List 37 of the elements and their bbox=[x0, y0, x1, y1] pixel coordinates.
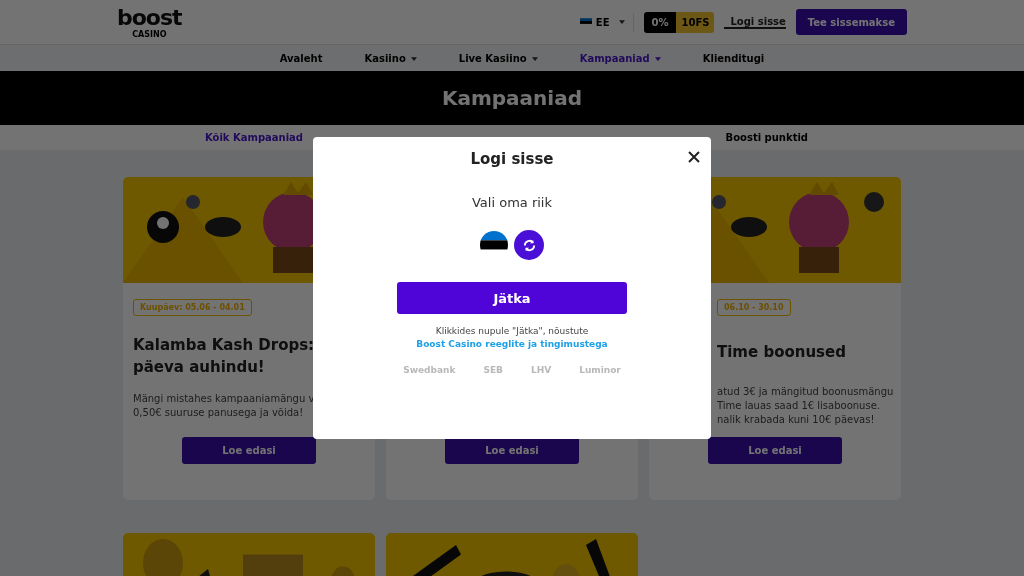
bank-logo: LHV bbox=[530, 365, 552, 375]
dialog-subtitle: Vali oma riik bbox=[472, 195, 552, 210]
nav-item[interactable]: Kasiino bbox=[364, 52, 417, 64]
free-spins: 10FS bbox=[676, 11, 715, 33]
language-code: EE bbox=[595, 16, 610, 28]
card-title: Kalamba Kash Drops: päeva auhindu! bbox=[133, 335, 315, 378]
terms-link[interactable]: Boost Casino reeglite ja tingimustega bbox=[416, 338, 608, 351]
nav-item[interactable]: Klienditugi bbox=[702, 52, 765, 64]
bonus-percent: 0% bbox=[643, 11, 677, 33]
date-badge: Kuupäev: 05.06 - 04.01 bbox=[133, 299, 252, 316]
flag-icon bbox=[579, 17, 592, 27]
nav-item[interactable]: Avaleht bbox=[279, 52, 323, 64]
bank-logo: SEB bbox=[483, 365, 503, 375]
dialog-title: Logi sisse bbox=[470, 149, 554, 169]
card-title: Time boonused bbox=[717, 342, 846, 363]
refresh-icon bbox=[521, 237, 537, 253]
read-more-button[interactable]: Loe edasi bbox=[445, 437, 579, 464]
campaign-tab[interactable]: Boosti punktid bbox=[725, 132, 808, 143]
campaign-tab[interactable]: Kõik Kampaaniad bbox=[205, 132, 304, 143]
terms-text: Klikkides nupule "Jätka", nõustute bbox=[434, 325, 590, 338]
login-link[interactable]: Logi sisse bbox=[724, 15, 786, 29]
bank-logo: Swedbank bbox=[403, 365, 456, 375]
deposit-button[interactable]: Tee sissemakse bbox=[795, 9, 907, 35]
boost-logo[interactable]: boost CASINO bbox=[117, 5, 182, 39]
continue-button[interactable]: Jätka bbox=[397, 282, 627, 314]
refresh-button[interactable] bbox=[514, 230, 544, 260]
page-title: Kampaaniad bbox=[441, 86, 583, 110]
caret-icon bbox=[618, 20, 625, 24]
nav-item[interactable]: Kampaaniad bbox=[579, 52, 661, 64]
close-icon[interactable] bbox=[686, 149, 702, 165]
card-description: atud 3€ ja mängitud boonusmängu Time lauas saad 1€ lisaboonuse. nalik krabada kuni 10€ päevas! bbox=[717, 385, 894, 427]
nav-item[interactable]: Live Kasiino bbox=[458, 52, 538, 64]
language-selector[interactable]: EE bbox=[571, 12, 634, 32]
date-badge: 06.10 - 30.10 bbox=[717, 299, 791, 316]
read-more-button[interactable]: Loe edasi bbox=[708, 437, 842, 464]
bank-logo: Luminor bbox=[579, 365, 621, 375]
read-more-button[interactable]: Loe edasi bbox=[182, 437, 316, 464]
